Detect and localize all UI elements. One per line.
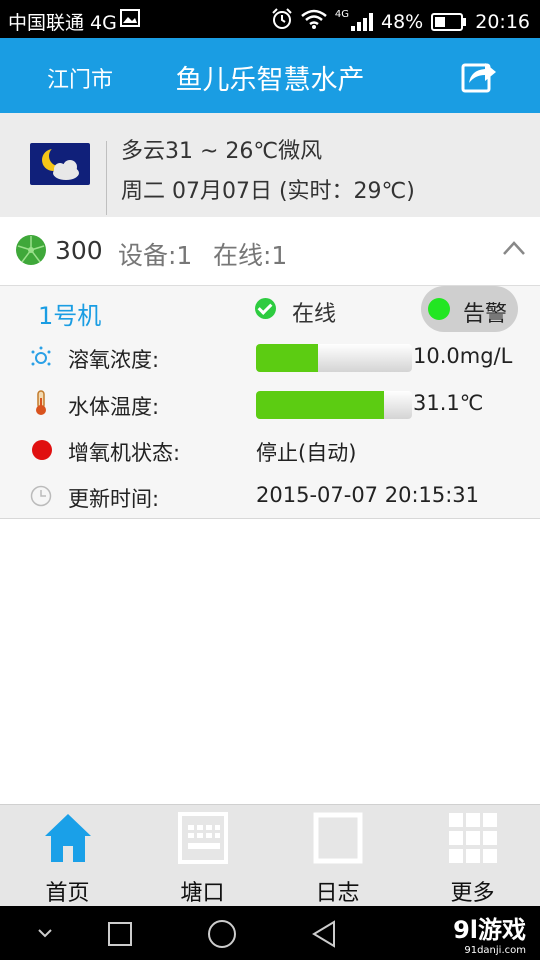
home-circle-icon[interactable] [206, 918, 238, 950]
oxygen-bar [256, 344, 412, 372]
moon-cloud-icon [30, 143, 90, 185]
weather-detail: 周二 07月07日 (实时：29℃) [121, 179, 415, 204]
keyboard-icon [178, 812, 228, 864]
watermark: 9l游戏 91danji.com [453, 910, 526, 956]
recents-icon[interactable] [106, 920, 134, 948]
back-icon[interactable] [310, 918, 338, 950]
temperature-value: 31.1℃ [413, 391, 484, 415]
watermark-site: 91danji.com [464, 945, 526, 956]
page-title: 鱼儿乐智慧水产 [175, 65, 365, 96]
bottom-nav: 首页 塘口 日志 更多 [0, 804, 540, 907]
thermometer-icon [30, 390, 52, 415]
alarm-clock-icon [271, 8, 293, 35]
oxygen-value: 10.0mg/L [413, 344, 513, 368]
oxygen-bar-fill [256, 344, 319, 372]
red-dot-icon [32, 440, 52, 460]
aerator-row: 增氧机状态: 停止(自动) [0, 431, 540, 471]
nav-pond-label: 塘口 [180, 881, 225, 906]
weather-panel: 多云31 ~ 26℃微风 周二 07月07日 (实时：29℃) [0, 113, 540, 217]
chevron-down-icon[interactable] [36, 926, 54, 940]
updated-value: 2015-07-07 20:15:31 [256, 483, 480, 507]
oxygen-row: 溶氧浓度: 10.0mg/L [0, 338, 540, 378]
pond-header[interactable]: 300 设备:1 在线:1 [0, 217, 540, 286]
aerator-value: 停止(自动) [256, 441, 357, 465]
device-card[interactable]: 1号机 在线 告警 溶氧浓度: 10.0mg/L 水体温度: 31.1℃ 增氧机… [0, 286, 540, 519]
weather-divider [106, 141, 107, 215]
temperature-bar [256, 391, 412, 419]
watermark-brand: 9l游戏 [453, 916, 526, 944]
alarm-button[interactable]: 告警 [421, 286, 518, 332]
nav-more[interactable]: 更多 [405, 805, 540, 907]
alarm-dot-icon [428, 298, 450, 320]
square-icon [313, 812, 363, 864]
online-check-icon [255, 298, 276, 319]
battery-percent: 48% [381, 10, 424, 33]
status-bar: 中国联通 4G 4G 48% 20:16 [0, 0, 540, 38]
pond-name: 300 [55, 236, 103, 265]
nav-home[interactable]: 首页 [0, 805, 135, 907]
temperature-bar-fill [256, 391, 384, 419]
clock-icon [30, 485, 52, 507]
oxygen-label: 溶氧浓度: [68, 348, 160, 372]
nav-pond[interactable]: 塘口 [135, 805, 270, 907]
lotus-leaf-icon [15, 234, 47, 266]
system-nav-bar: 9l游戏 91danji.com [0, 906, 540, 960]
battery-icon [431, 12, 467, 31]
alarm-label: 告警 [463, 302, 508, 327]
temperature-row: 水体温度: 31.1℃ [0, 385, 540, 425]
nav-home-label: 首页 [45, 881, 90, 906]
app-header: 江门市 鱼儿乐智慧水产 [0, 38, 540, 113]
aerator-label: 增氧机状态: [68, 441, 181, 465]
grid-icon [449, 813, 497, 863]
weather-summary: 多云31 ~ 26℃微风 [121, 139, 323, 164]
pond-device-count: 设备:1 [118, 241, 193, 270]
clock-time: 20:16 [475, 10, 530, 33]
device-name[interactable]: 1号机 [38, 296, 101, 331]
oxygen-icon [30, 346, 52, 368]
temperature-label: 水体温度: [68, 395, 160, 419]
nav-log-label: 日志 [315, 881, 360, 906]
updated-label: 更新时间: [68, 487, 160, 511]
nav-more-label: 更多 [450, 881, 495, 906]
home-icon [45, 814, 91, 862]
pond-online-count: 在线:1 [213, 241, 288, 270]
carrier-text: 中国联通 4G [8, 12, 117, 34]
wifi-icon [301, 9, 327, 34]
nav-log[interactable]: 日志 [270, 805, 405, 907]
share-icon[interactable] [461, 56, 498, 93]
device-status: 在线 [292, 302, 337, 327]
updated-row: 更新时间: 2015-07-07 20:15:31 [0, 477, 540, 517]
network-badge: 4G [334, 9, 349, 20]
chevron-up-icon[interactable] [502, 239, 526, 257]
image-icon [120, 9, 140, 32]
signal-icon [351, 12, 373, 31]
